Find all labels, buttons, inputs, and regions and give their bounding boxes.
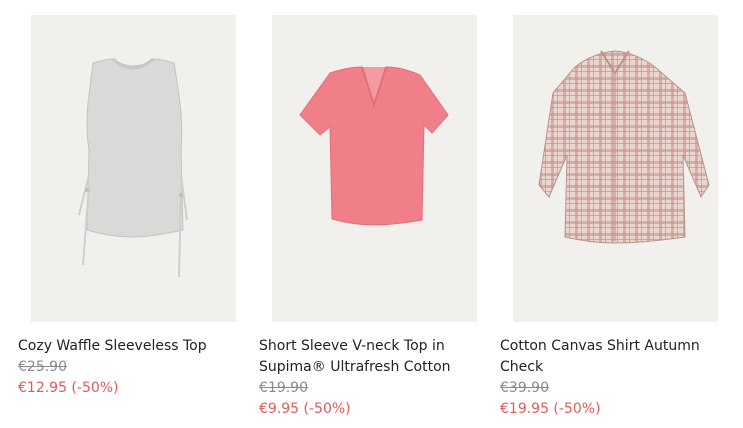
grey-sleeveless-top-image	[78, 57, 188, 278]
sale-price: €19.95 (-50%)	[500, 401, 601, 417]
product-name[interactable]: Short Sleeve V-neck Top in Supima® Ultra…	[259, 336, 484, 378]
product-name[interactable]: Cozy Waffle Sleeveless Top	[18, 336, 243, 357]
pink-vneck-top-image	[299, 66, 449, 226]
product-image[interactable]	[272, 15, 477, 322]
product-image[interactable]	[31, 15, 236, 322]
product-name[interactable]: Cotton Canvas Shirt Autumn Check	[500, 336, 725, 378]
sale-price: €9.95 (-50%)	[259, 401, 351, 417]
original-price: €25.90	[18, 359, 67, 375]
original-price: €19.90	[259, 380, 308, 396]
product-image[interactable]	[513, 15, 718, 322]
checked-shirt-image	[538, 50, 710, 244]
sale-price: €12.95 (-50%)	[18, 380, 119, 396]
original-price: €39.90	[500, 380, 549, 396]
